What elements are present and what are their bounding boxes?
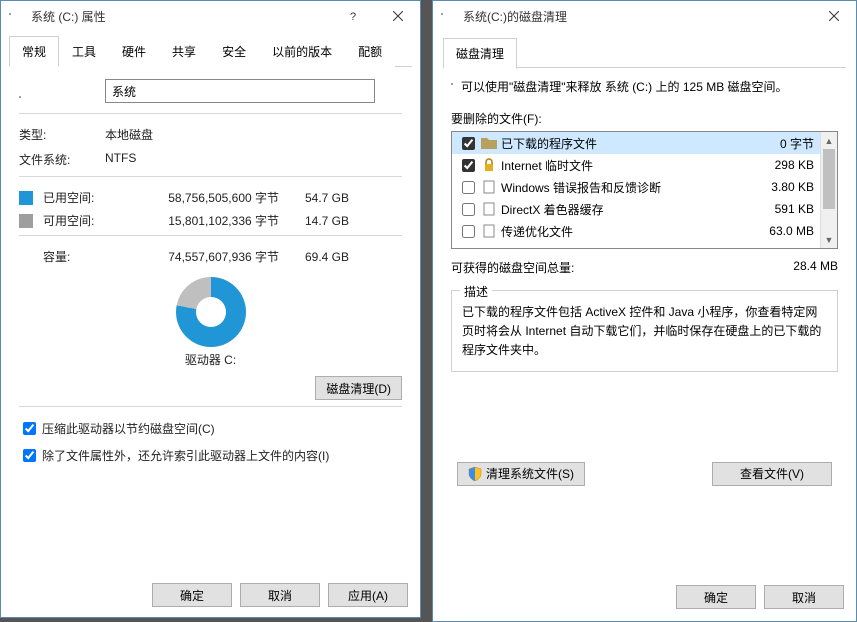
file-size: 591 KB	[744, 202, 814, 216]
view-files-button[interactable]: 查看文件(V)	[712, 462, 832, 486]
tab-tools[interactable]: 工具	[59, 36, 109, 67]
tab-hardware[interactable]: 硬件	[109, 36, 159, 67]
clean-system-files-button[interactable]: 清理系统文件(S)	[457, 462, 585, 486]
index-checkbox[interactable]	[23, 449, 36, 462]
cap-bytes: 74,557,607,936 字节	[129, 248, 279, 265]
file-name: 已下载的程序文件	[501, 135, 744, 152]
apply-button[interactable]: 应用(A)	[328, 583, 408, 607]
clean-system-files-label: 清理系统文件(S)	[486, 465, 574, 482]
type-value: 本地磁盘	[105, 126, 153, 143]
tab-prev[interactable]: 以前的版本	[259, 36, 345, 67]
titlebar[interactable]: 系统(C:)的磁盘清理	[433, 1, 856, 31]
used-gb: 54.7 GB	[279, 191, 349, 205]
tab-disk-cleanup[interactable]: 磁盘清理	[443, 38, 517, 69]
disk-cleanup-button[interactable]: 磁盘清理(D)	[315, 376, 402, 400]
description-legend: 描述	[460, 283, 492, 300]
free-gb: 14.7 GB	[279, 214, 349, 228]
used-bytes: 58,756,505,600 字节	[129, 189, 279, 206]
ok-button[interactable]: 确定	[676, 585, 756, 609]
cap-gb: 69.4 GB	[279, 250, 349, 264]
index-label: 除了文件属性外，还允许索引此驱动器上文件的内容(I)	[42, 447, 329, 464]
scroll-thumb[interactable]	[823, 149, 835, 209]
file-checkbox[interactable]	[462, 203, 475, 216]
file-name: Internet 临时文件	[501, 157, 744, 174]
description-group: 描述 已下载的程序文件包括 ActiveX 控件和 Java 小程序，你查看特定…	[451, 290, 838, 372]
file-size: 63.0 MB	[744, 224, 814, 238]
window-title: 系统(C:)的磁盘清理	[463, 8, 811, 25]
description-text: 已下载的程序文件包括 ActiveX 控件和 Java 小程序，你查看特定网页时…	[462, 303, 827, 361]
tabs: 常规 工具 硬件 共享 安全 以前的版本 配额	[9, 35, 412, 67]
close-button[interactable]	[811, 1, 856, 31]
shield-icon	[468, 467, 482, 481]
drive-icon	[9, 8, 25, 24]
ok-button[interactable]: 确定	[152, 583, 232, 607]
file-icon	[481, 135, 497, 151]
file-row[interactable]: Internet 临时文件298 KB	[452, 154, 820, 176]
scroll-up[interactable]: ▲	[821, 132, 837, 149]
file-icon	[481, 157, 497, 173]
file-list: 已下载的程序文件0 字节Internet 临时文件298 KBWindows 错…	[451, 131, 838, 249]
file-name: 传递优化文件	[501, 223, 744, 240]
drive-name-input[interactable]	[105, 79, 375, 103]
file-size: 298 KB	[744, 158, 814, 172]
free-swatch	[19, 214, 33, 228]
cleanup-body: 可以使用"磁盘清理"来释放 系统 (C:) 上的 125 MB 磁盘空间。 要删…	[433, 68, 856, 573]
file-checkbox[interactable]	[462, 181, 475, 194]
file-size: 3.80 KB	[744, 180, 814, 194]
help-button[interactable]: ?	[330, 1, 375, 31]
titlebar[interactable]: 系统 (C:) 属性 ?	[1, 1, 420, 31]
compress-checkbox-row[interactable]: 压缩此驱动器以节约磁盘空间(C)	[19, 419, 402, 438]
tab-share[interactable]: 共享	[159, 36, 209, 67]
file-row[interactable]: DirectX 着色器缓存591 KB	[452, 198, 820, 220]
tab-general[interactable]: 常规	[9, 36, 59, 67]
file-checkbox[interactable]	[462, 159, 475, 172]
compress-label: 压缩此驱动器以节约磁盘空间(C)	[42, 420, 215, 437]
file-row[interactable]: Windows 错误报告和反馈诊断3.80 KB	[452, 176, 820, 198]
cancel-button[interactable]: 取消	[240, 583, 320, 607]
cleanup-window: 系统(C:)的磁盘清理 磁盘清理 可以使用"磁盘清理"来释放 系统 (C:) 上…	[432, 0, 857, 622]
index-checkbox-row[interactable]: 除了文件属性外，还允许索引此驱动器上文件的内容(I)	[19, 446, 402, 465]
file-row[interactable]: 传递优化文件63.0 MB	[452, 220, 820, 242]
close-button[interactable]	[375, 1, 420, 31]
file-checkbox[interactable]	[462, 137, 475, 150]
tab-security[interactable]: 安全	[209, 36, 259, 67]
file-size: 0 字节	[744, 135, 814, 152]
file-icon	[481, 179, 497, 195]
total-value: 28.4 MB	[793, 259, 838, 276]
intro-text: 可以使用"磁盘清理"来释放 系统 (C:) 上的 125 MB 磁盘空间。	[461, 78, 838, 96]
file-name: Windows 错误报告和反馈诊断	[501, 179, 744, 196]
used-label: 已用空间:	[43, 189, 129, 206]
file-icon	[481, 201, 497, 217]
properties-window: 系统 (C:) 属性 ? 常规 工具 硬件 共享 安全 以前的版本 配额 类型:…	[0, 0, 421, 618]
fs-label: 文件系统:	[19, 151, 105, 168]
list-label: 要删除的文件(F):	[451, 110, 838, 127]
file-row[interactable]: 已下载的程序文件0 字节	[452, 132, 820, 154]
total-label: 可获得的磁盘空间总量:	[451, 259, 793, 276]
free-bytes: 15,801,102,336 字节	[129, 212, 279, 229]
usage-donut	[176, 277, 246, 347]
svg-text:?: ?	[350, 11, 356, 21]
type-label: 类型:	[19, 126, 105, 143]
file-name: DirectX 着色器缓存	[501, 201, 744, 218]
used-swatch	[19, 191, 33, 205]
properties-body: 类型:本地磁盘 文件系统:NTFS 已用空间: 58,756,505,600 字…	[1, 67, 420, 573]
file-checkbox[interactable]	[462, 225, 475, 238]
free-label: 可用空间:	[43, 212, 129, 229]
tab-quota[interactable]: 配额	[345, 36, 395, 67]
scrollbar[interactable]: ▲ ▼	[820, 132, 837, 248]
scroll-down[interactable]: ▼	[821, 231, 837, 248]
cancel-button[interactable]: 取消	[764, 585, 844, 609]
fs-value: NTFS	[105, 151, 136, 168]
tabs: 磁盘清理	[443, 37, 846, 68]
compress-checkbox[interactable]	[23, 422, 36, 435]
drive-caption: 驱动器 C:	[19, 351, 402, 368]
dialog-footer: 确定 取消	[433, 573, 856, 621]
dialog-footer: 确定 取消 应用(A)	[1, 573, 420, 617]
cap-label: 容量:	[43, 248, 129, 265]
file-icon	[481, 223, 497, 239]
drive-icon	[441, 8, 457, 24]
window-title: 系统 (C:) 属性	[31, 8, 330, 25]
